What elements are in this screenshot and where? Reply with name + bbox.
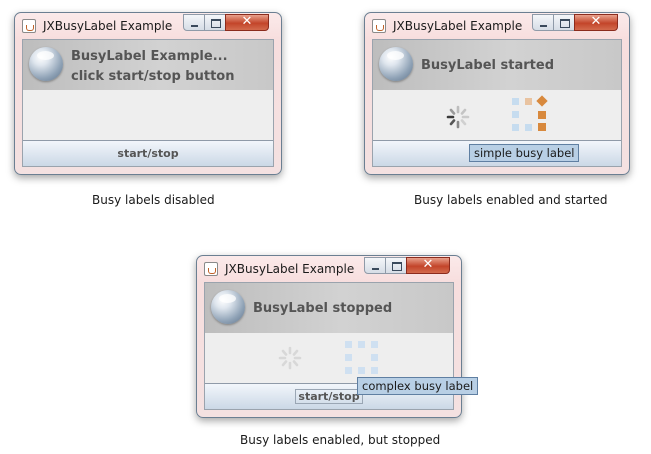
start-stop-label: start/stop [295, 389, 363, 404]
start-stop-label: start/stop [117, 147, 179, 160]
maximize-button[interactable] [553, 14, 575, 31]
spinner-busy-icon [446, 105, 470, 129]
globe-orb-icon [29, 47, 63, 81]
close-button[interactable]: ✕ [406, 257, 450, 274]
window-busy-disabled: JXBusyLabel Example ✕ BusyLabel Example.… [14, 12, 282, 175]
close-button[interactable]: ✕ [225, 14, 269, 31]
close-button[interactable]: ✕ [574, 14, 618, 31]
minimize-button[interactable] [183, 14, 205, 31]
title-bar[interactable]: JXBusyLabel Example ✕ [15, 13, 281, 39]
close-icon: ✕ [422, 257, 434, 272]
start-stop-button[interactable]: start/stop [23, 140, 273, 166]
header-subtitle: click start/stop button [71, 69, 235, 84]
header-title: BusyLabel Example... [71, 49, 228, 64]
header-panel: BusyLabel Example... click start/stop bu… [23, 40, 273, 90]
header-title: BusyLabel started [421, 58, 555, 73]
caption-stopped: Busy labels enabled, but stopped [240, 433, 441, 447]
java-cup-icon[interactable] [372, 19, 386, 33]
close-icon: ✕ [590, 14, 602, 29]
java-cup-icon[interactable] [22, 19, 36, 33]
window-title: JXBusyLabel Example [393, 19, 523, 33]
close-icon: ✕ [241, 14, 253, 29]
spinner-busy-icon [278, 346, 302, 370]
globe-orb-icon [211, 290, 245, 324]
header-title: BusyLabel stopped [253, 301, 393, 316]
caption-disabled: Busy labels disabled [92, 193, 215, 207]
window-title: JXBusyLabel Example [225, 262, 355, 276]
caption-started: Busy labels enabled and started [414, 193, 608, 207]
header-panel: BusyLabel stopped [205, 283, 453, 333]
minimize-button[interactable] [532, 14, 554, 31]
window-title: JXBusyLabel Example [43, 19, 173, 33]
globe-orb-icon [379, 47, 413, 81]
tooltip-complex-busy-label: complex busy label [357, 377, 479, 395]
window-busy-stopped: JXBusyLabel Example ✕ BusyLabel stopped [196, 255, 479, 418]
header-panel: BusyLabel started [373, 40, 621, 90]
window-busy-started: JXBusyLabel Example ✕ BusyLabel started [364, 12, 630, 175]
maximize-button[interactable] [385, 257, 407, 274]
grid-busy-icon [345, 341, 378, 374]
title-bar[interactable]: JXBusyLabel Example ✕ [365, 13, 629, 39]
tooltip-simple-busy-label: simple busy label [469, 144, 580, 162]
title-bar[interactable]: JXBusyLabel Example ✕ [197, 256, 461, 282]
java-cup-icon[interactable] [204, 262, 218, 276]
minimize-button[interactable] [364, 257, 386, 274]
maximize-button[interactable] [204, 14, 226, 31]
grid-busy-icon [512, 95, 548, 131]
content-pane: BusyLabel Example... click start/stop bu… [22, 39, 274, 167]
